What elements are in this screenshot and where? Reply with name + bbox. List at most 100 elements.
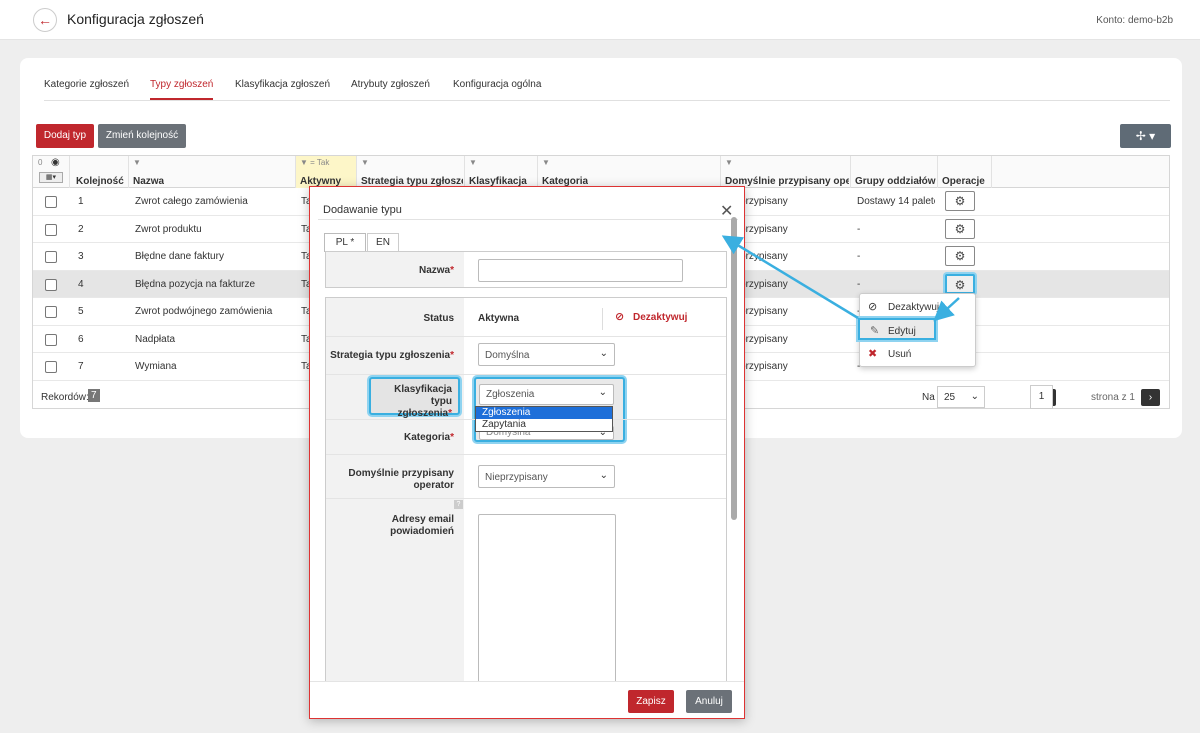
row-groups: - [857,223,861,235]
row-checkbox[interactable] [45,196,57,208]
menu-item-deactivate[interactable]: ⊘ Dezaktywuj [860,296,975,318]
category-label: Kategoria [403,432,451,443]
grid-header: 0 ◉ ▦▾ Kolejność ▼ Nazwa ▼ = Tak Aktywny ▼… [33,156,1169,188]
col-order[interactable]: Kolejność [76,176,124,187]
ban-icon: ⊘ [615,311,625,323]
chevron-down-icon: ⌄ [599,348,608,359]
operator-select[interactable]: Nieprzypisany ⌄ [478,465,615,488]
row-name: Wymiana [135,361,177,372]
gear-icon[interactable]: ⚙ [945,218,975,239]
ban-icon: ⊘ [868,301,878,313]
account-label: Konto: demo-b2b [1096,15,1173,26]
column-chooser-icon[interactable]: ▦▾ [39,172,63,183]
row-checkbox[interactable] [45,306,57,318]
row-order: 4 [78,278,84,290]
classification-label: Klasyfikacja typu zgłoszenia [394,384,452,419]
menu-item-delete[interactable]: ✖ Usuń [860,343,975,365]
filter-icon[interactable]: ▼ [469,158,477,167]
details-section: Status Aktywna ⊘ Dezaktywuj Strategia ty… [325,297,727,698]
row-order: 3 [78,251,84,262]
filter-icon[interactable]: ▼ [361,158,369,167]
row-order: 1 [78,196,84,207]
records-label: Rekordów: [41,392,89,403]
reorder-button[interactable]: Zmień kolejność [98,124,186,148]
row-context-menu: ⊘ Dezaktywuj ✎ Edytuj ✖ Usuń [858,293,976,367]
row-groups: - [857,278,861,290]
tab-classification[interactable]: Klasyfikacja zgłoszeń [235,79,330,90]
next-page-icon[interactable]: › [1141,389,1160,406]
tab-lang-pl[interactable]: PL * [324,233,366,252]
save-button[interactable]: Zapisz [628,690,674,713]
page-of-label: strona z 1 [1091,392,1135,403]
filter-icon[interactable]: ▼ [133,158,141,167]
row-order: 2 [78,223,84,235]
dialog-scrollbar[interactable] [731,217,737,520]
add-type-button[interactable]: Dodaj typ [36,124,94,148]
gear-icon[interactable]: ⚙ [945,246,975,266]
classification-dropdown: Zgłoszenia Zapytania [475,406,613,432]
tools-icon[interactable]: ✢ ▾ [1120,124,1171,148]
menu-item-edit[interactable]: ✎ Edytuj [858,318,936,340]
row-name: Zwrot całego zamówienia [135,196,248,207]
cancel-button[interactable]: Anuluj [686,690,732,713]
strategy-label: Strategia typu zgłoszenia [330,350,451,361]
add-type-dialog: Dodawanie typu ✕ PL * EN Nazwa* Status A… [309,186,745,719]
tab-types[interactable]: Typy zgłoszeń [150,79,214,100]
top-bar: ← Konfiguracja zgłoszeń Konto: demo-b2b [0,0,1200,40]
filter-icon[interactable]: ▼ [542,158,550,167]
page-title: Konfiguracja zgłoszeń [67,11,204,27]
chevron-down-icon: ⌄ [598,387,607,398]
gear-icon[interactable]: ⚙ [945,273,975,294]
tab-categories[interactable]: Kategorie zgłoszeń [44,79,129,90]
row-name: Nadpłata [135,333,176,345]
row-groups: Dostawy 14 paletowe [857,196,935,207]
option-zgloszenia[interactable]: Zgłoszenia [476,407,612,419]
dialog-title: Dodawanie typu [323,204,402,216]
emails-label: Adresy email powiadomień [390,514,454,537]
row-checkbox[interactable] [45,278,57,291]
page-input[interactable]: 1 [1030,385,1053,409]
option-zapytania[interactable]: Zapytania [476,419,612,431]
row-name: Błędne dane faktury [135,251,224,262]
col-name[interactable]: Nazwa [133,176,164,187]
col-operations: Operacje [942,176,985,187]
filter-icon[interactable]: ▼ [725,158,733,167]
records-count: 7 [88,389,100,402]
tab-general[interactable]: Konfiguracja ogólna [453,79,541,90]
delete-icon: ✖ [868,348,878,360]
row-order: 6 [78,333,84,345]
status-label: Status [423,313,454,324]
filter-active-tag[interactable]: ▼ = Tak [300,158,329,167]
per-page-select[interactable]: 25 ⌄ [937,386,985,408]
tab-lang-en[interactable]: EN [367,233,399,252]
operator-label: Domyślnie przypisany operator [348,468,454,491]
row-order: 5 [78,306,84,317]
row-checkbox[interactable] [45,361,57,373]
chevron-down-icon: ⌄ [599,470,608,481]
row-checkbox[interactable] [45,333,57,346]
dialog-footer: Zapisz Anuluj [310,681,744,718]
row-checkbox[interactable] [45,251,57,263]
pencil-icon: ✎ [870,325,880,337]
status-value: Aktywna [478,313,520,324]
config-tabs: Kategorie zgłoszeń Typy zgłoszeń Klasyfi… [44,70,1170,101]
row-name: Błędna pozycja na fakturze [135,278,256,290]
row-groups: - [857,251,861,262]
arrow-left-icon[interactable]: ← [33,8,57,32]
row-checkbox[interactable] [45,223,57,236]
row-name: Zwrot produktu [135,223,202,235]
classification-select[interactable]: Zgłoszenia ⌄ [479,384,614,405]
deactivate-link[interactable]: Dezaktywuj [633,312,687,323]
col-groups[interactable]: Grupy oddziałów kontrahenta [855,176,937,187]
help-icon[interactable]: ? [454,500,463,509]
emails-textarea[interactable] [478,514,616,698]
tab-attributes[interactable]: Atrybuty zgłoszeń [351,79,430,90]
name-label: Nazwa [418,265,451,276]
row-name: Zwrot podwójnego zamówienia [135,306,273,317]
gear-icon[interactable]: ⚙ [945,191,975,211]
strategy-select[interactable]: Domyślna ⌄ [478,343,615,366]
name-field[interactable] [478,259,683,282]
eye-icon[interactable]: ◉ [51,157,60,168]
selected-count: 0 [38,158,43,167]
chevron-down-icon: ⌄ [970,391,979,402]
